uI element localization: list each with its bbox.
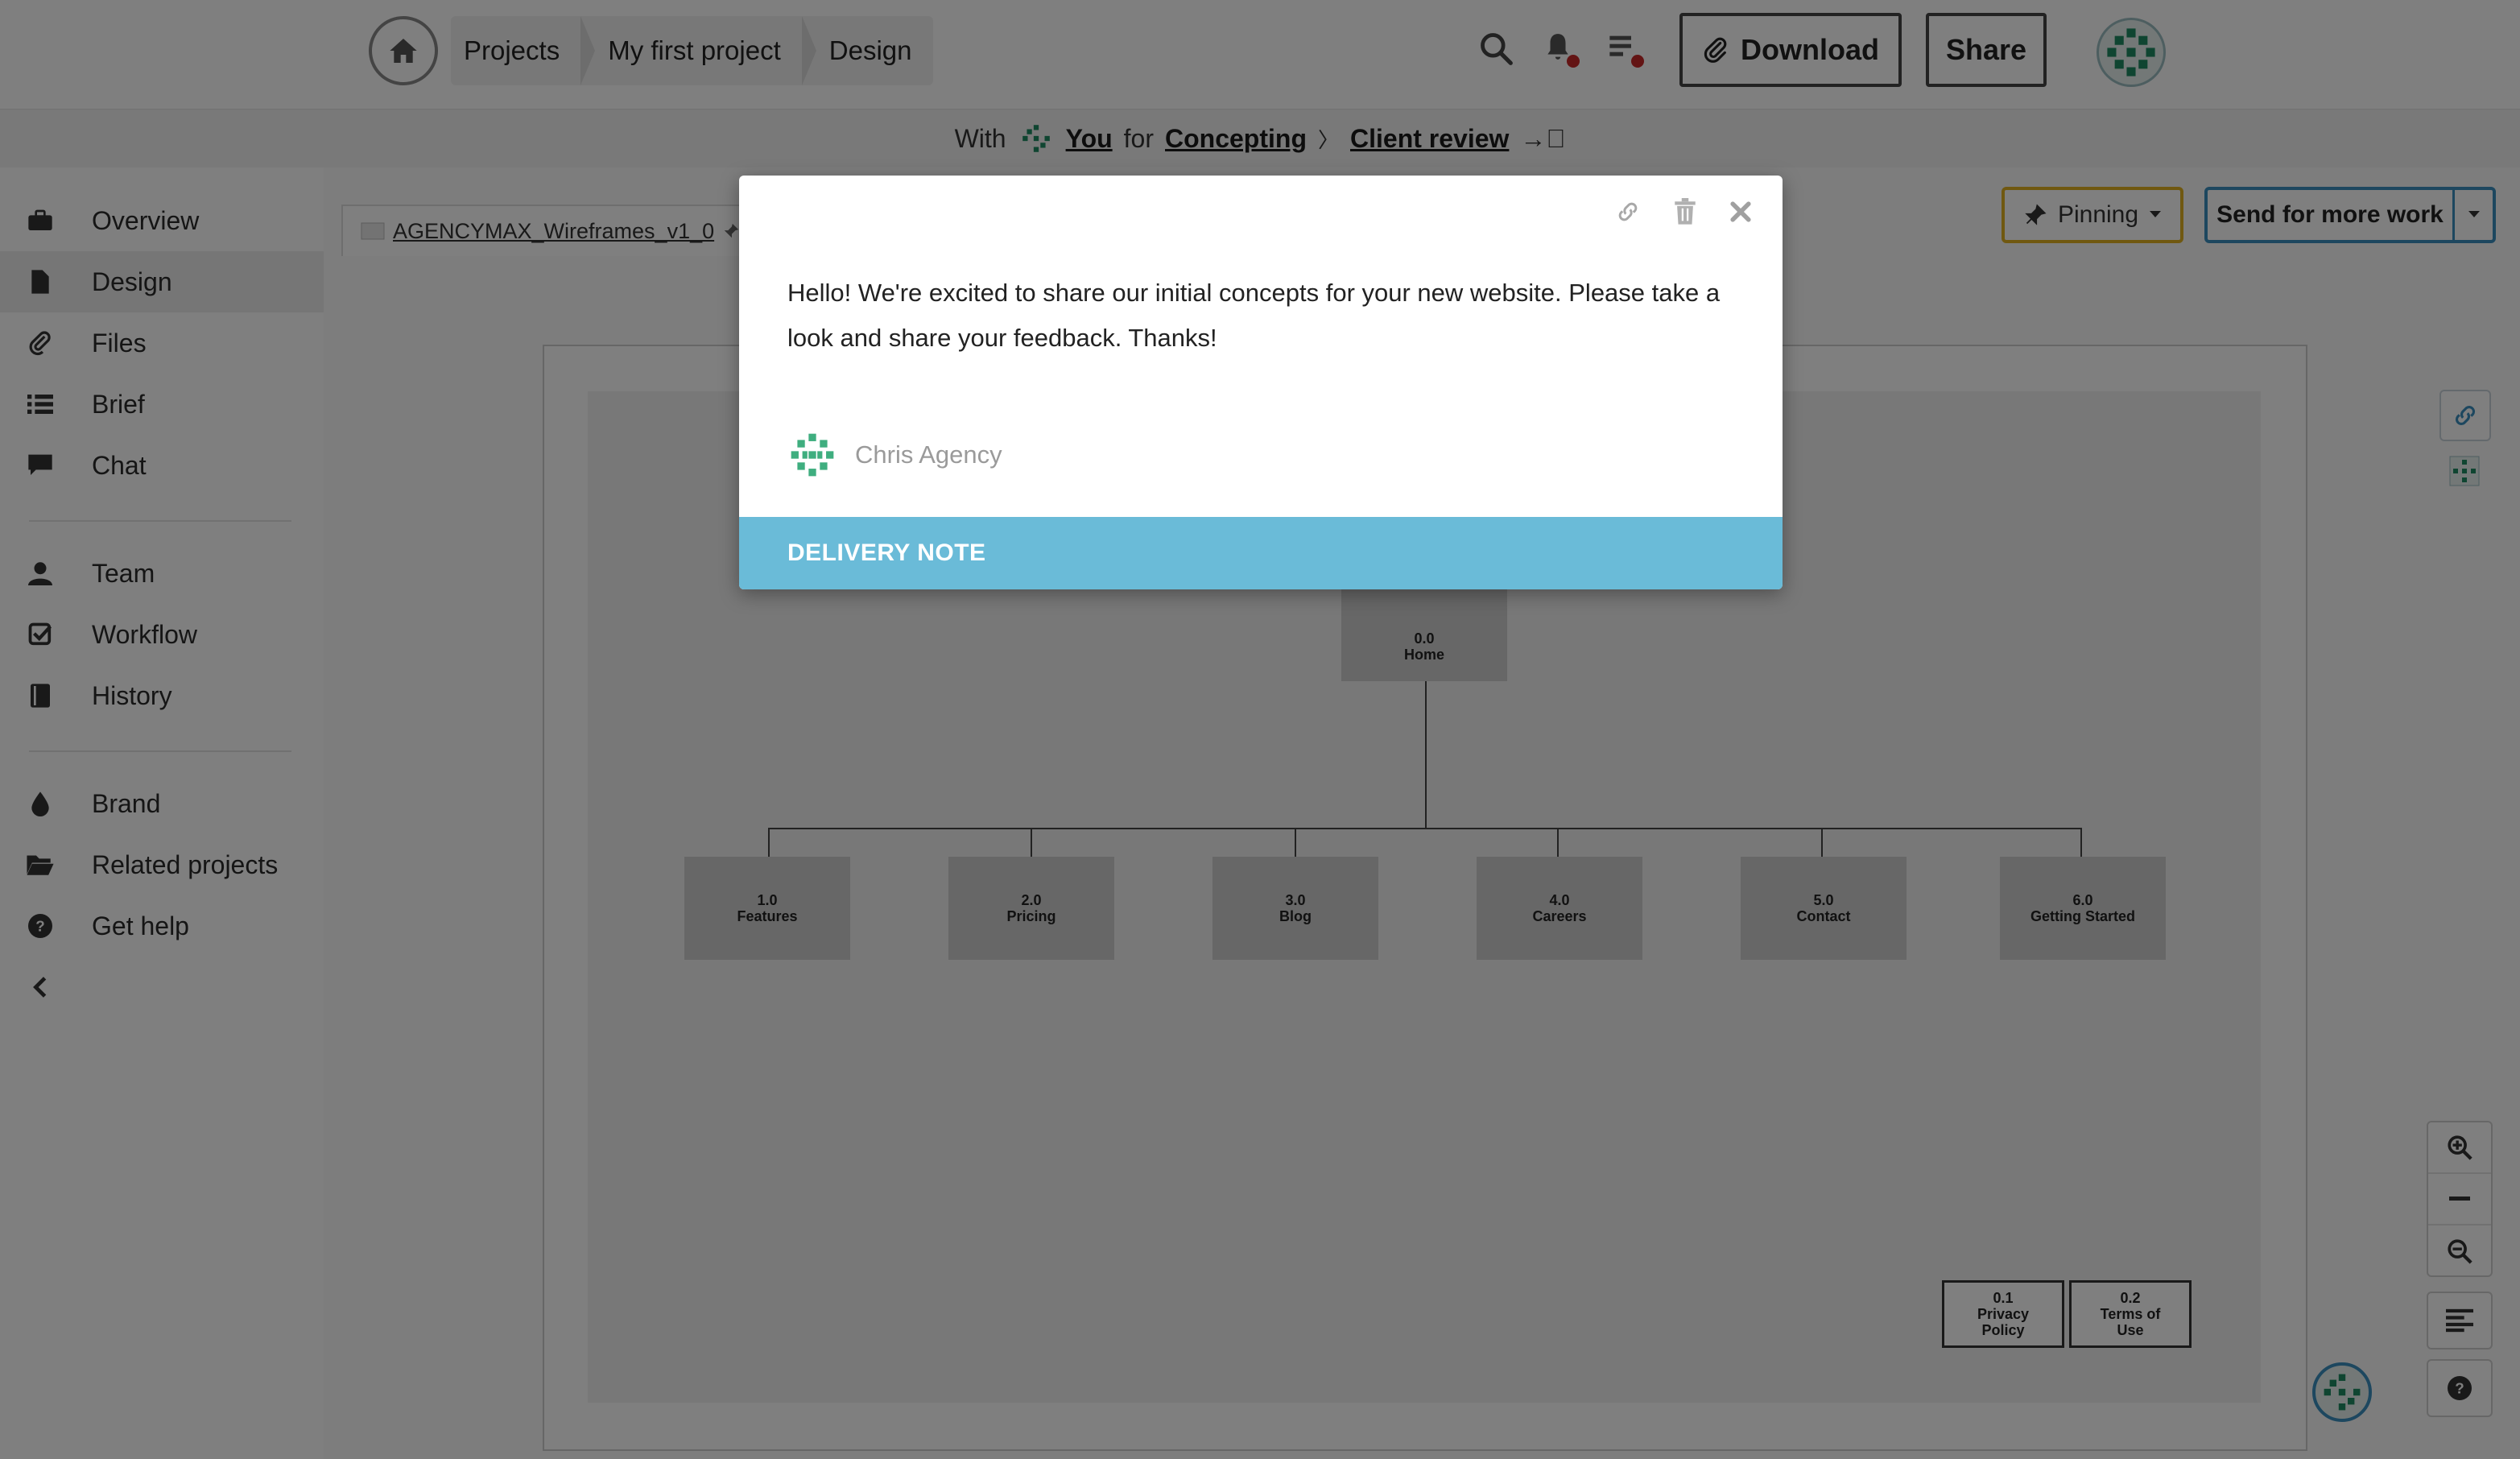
delivery-note-modal: Hello! We're excited to share our initia… — [739, 176, 1783, 589]
close-button[interactable] — [1729, 200, 1752, 227]
link-icon — [1618, 202, 1638, 221]
avatar-pattern-icon — [791, 433, 834, 477]
delivery-note-label: DELIVERY NOTE — [787, 539, 986, 566]
close-icon — [1730, 201, 1751, 222]
modal-actions — [1615, 198, 1752, 229]
author-name: Chris Agency — [855, 440, 1002, 469]
trash-icon — [1675, 198, 1696, 225]
delivery-note-footer: DELIVERY NOTE — [739, 517, 1783, 589]
copy-link-button[interactable] — [1615, 199, 1641, 229]
note-author: Chris Agency — [787, 430, 1002, 480]
delete-button[interactable] — [1673, 198, 1697, 229]
delivery-note-message: Hello! We're excited to share our initia… — [787, 279, 1721, 352]
